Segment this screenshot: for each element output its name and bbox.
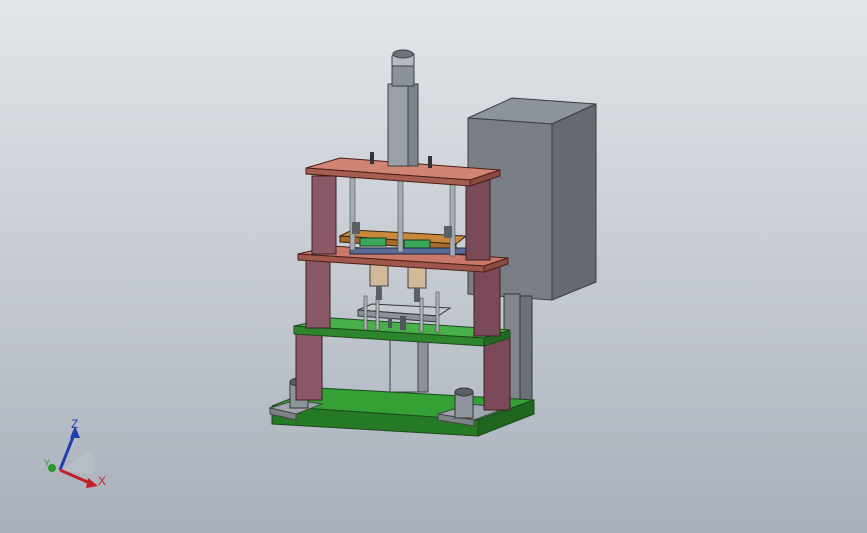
y-axis-label: Y: [44, 458, 50, 468]
top-column-left[interactable]: [311, 175, 337, 255]
view-orientation-triad[interactable]: Z X Y: [44, 417, 106, 488]
lower-column-left[interactable]: [295, 333, 323, 401]
lower-column-right[interactable]: [483, 337, 511, 411]
press-head-right[interactable]: [407, 265, 427, 302]
x-axis-label: X: [98, 474, 106, 488]
air-cylinder[interactable]: [387, 49, 419, 167]
guide-bushing-right[interactable]: [454, 387, 474, 419]
cad-model[interactable]: Z X Y: [0, 0, 867, 533]
mid-column-left[interactable]: [305, 257, 331, 329]
press-head-left[interactable]: [369, 263, 389, 300]
mid-column-right[interactable]: [473, 261, 501, 337]
z-axis-label: Z: [71, 417, 78, 431]
graphics-viewport[interactable]: Z X Y: [0, 0, 867, 533]
central-slide-block[interactable]: [389, 335, 429, 393]
top-column-right[interactable]: [465, 179, 491, 261]
